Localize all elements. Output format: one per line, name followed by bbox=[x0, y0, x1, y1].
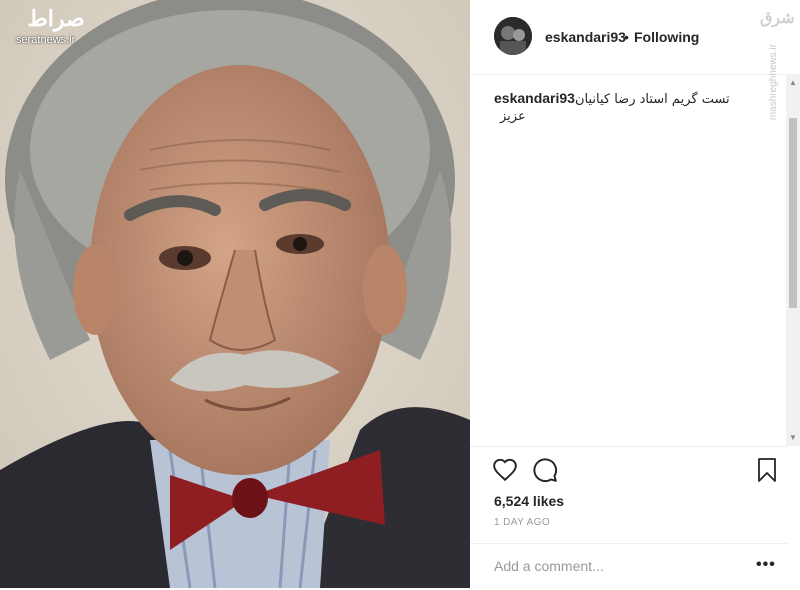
following-button[interactable]: Following bbox=[634, 29, 699, 45]
post-actions: 6,524 likes 1 DAY AGO ••• bbox=[470, 446, 788, 589]
scroll-down-icon[interactable]: ▼ bbox=[789, 433, 797, 442]
post-timestamp: 1 DAY AGO bbox=[494, 517, 551, 528]
watermark-right-logo: شرق bbox=[760, 8, 795, 27]
likes-count[interactable]: 6,524 likes bbox=[494, 493, 564, 509]
post-username[interactable]: eskandari93 bbox=[545, 29, 626, 45]
scroll-up-icon[interactable]: ▲ bbox=[789, 78, 797, 87]
watermark-left: صراط seratnews.ir bbox=[16, 4, 96, 46]
bookmark-icon[interactable] bbox=[756, 457, 778, 483]
more-options-icon[interactable]: ••• bbox=[756, 556, 776, 574]
scroll-thumb[interactable] bbox=[789, 118, 797, 308]
post-photo[interactable]: صراط seratnews.ir bbox=[0, 0, 470, 588]
separator-dot: • bbox=[624, 29, 629, 45]
avatar[interactable] bbox=[494, 17, 532, 55]
caption: eskandari93تست گریم استاد رضا کیانیان عز… bbox=[494, 90, 764, 124]
scrollbar[interactable]: ▲ ▼ bbox=[786, 74, 800, 446]
post-panel: eskandari93 • Following eskandari93تست گ… bbox=[470, 0, 800, 588]
caption-username[interactable]: eskandari93 bbox=[494, 90, 575, 106]
comment-row: ••• bbox=[470, 543, 788, 590]
watermark-site: seratnews.ir bbox=[16, 34, 76, 46]
comment-input[interactable] bbox=[492, 557, 736, 575]
portrait-photo bbox=[0, 0, 470, 588]
avatar-image bbox=[494, 17, 532, 55]
watermark-right-site: mashreghnews.ir bbox=[768, 44, 779, 121]
watermark-logo: صراط bbox=[27, 6, 85, 32]
heart-icon[interactable] bbox=[492, 457, 518, 483]
post-header: eskandari93 • Following bbox=[470, 0, 788, 75]
comment-icon[interactable] bbox=[532, 457, 558, 483]
watermark-right: شرق mashreghnews.ir bbox=[760, 8, 796, 120]
